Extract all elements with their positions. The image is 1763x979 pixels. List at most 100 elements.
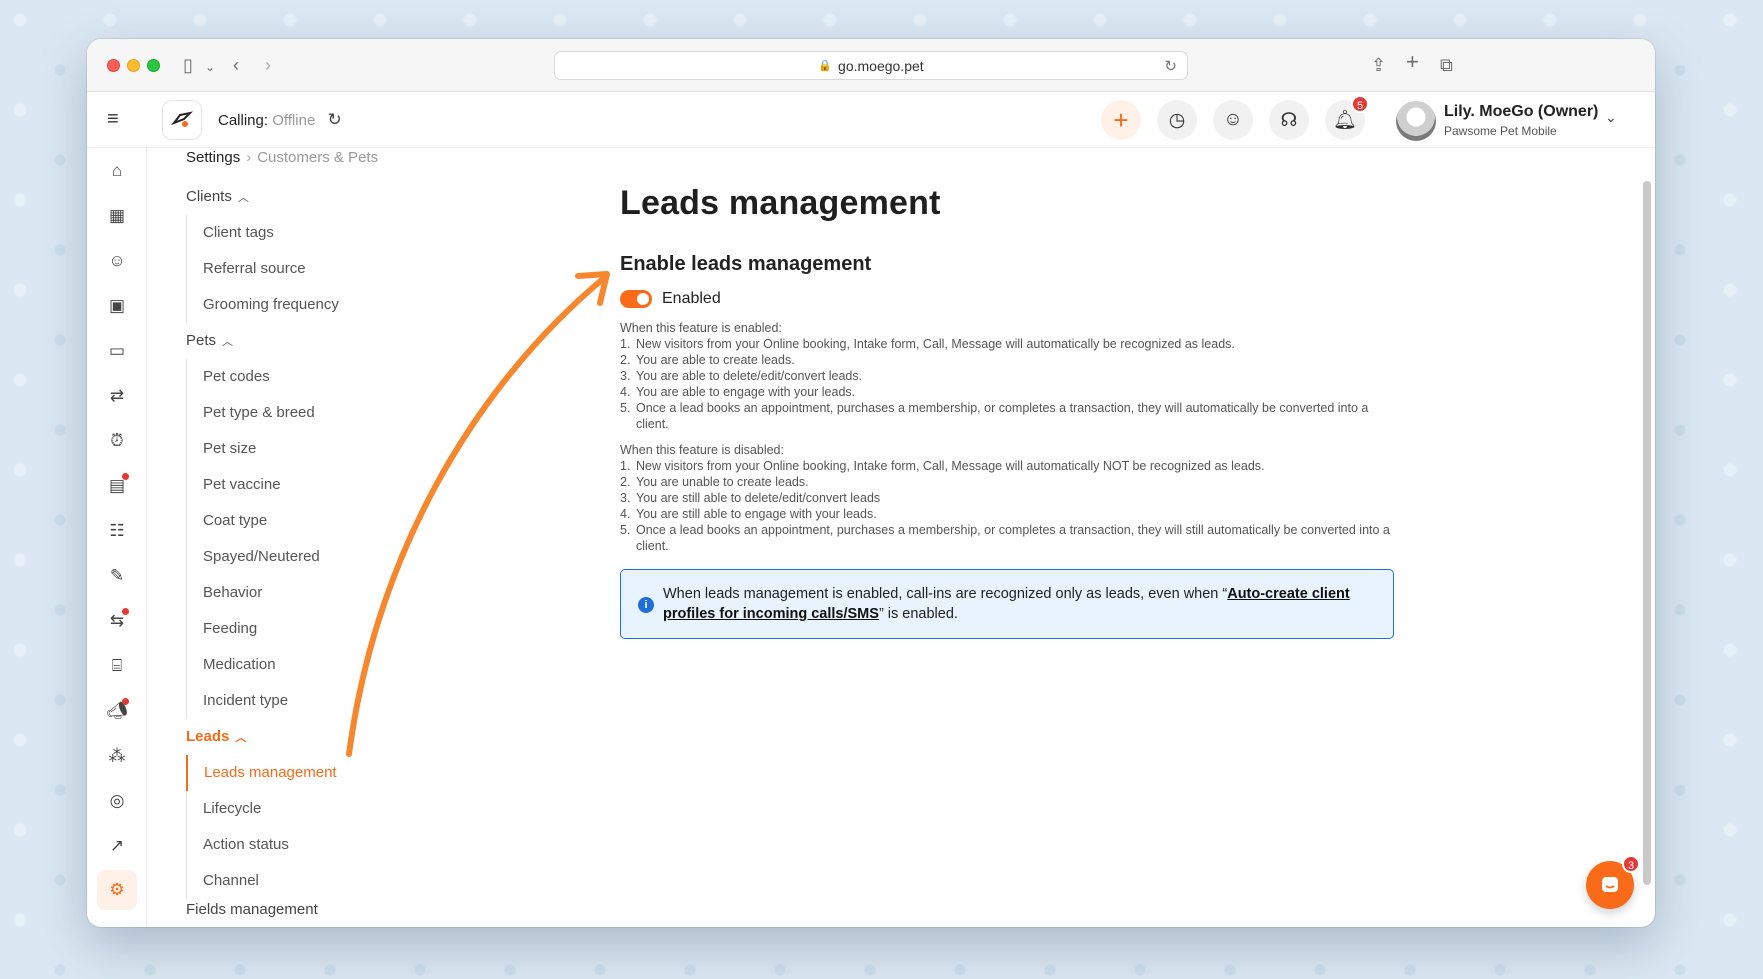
list-item: New visitors from your Online booking, I…: [620, 458, 1265, 474]
browser-toolbar: ▯ ⌄ ‹ › 🔒 go.moego.pet ↻ ⇪ + ⧉: [87, 39, 1655, 92]
chat-icon: [1602, 877, 1618, 892]
menu-icon[interactable]: ≡: [107, 108, 119, 131]
calendar-icon[interactable]: ▦: [101, 200, 133, 232]
marketing-icon[interactable]: 📣︎: [101, 695, 133, 727]
bank-icon[interactable]: ⌸: [101, 650, 133, 682]
close-window-button[interactable]: [107, 59, 120, 72]
user-name[interactable]: Lily. MoeGo (Owner): [1444, 103, 1598, 121]
url-text: go.moego.pet: [838, 57, 924, 74]
clients-icon[interactable]: ☺: [101, 245, 133, 277]
nav-item-coat-type[interactable]: Coat type: [187, 503, 446, 539]
left-icon-rail: ⌂ ▦ ☺ ▣ ▭ ⇄ ⏰︎ ▤ ☷ ✎ ⇆ ⌸ 📣︎ ⁂ ◎ ↗ ⚙: [87, 148, 147, 927]
settings-icon[interactable]: ⚙: [97, 870, 137, 910]
clock-button[interactable]: ◷: [1157, 100, 1197, 140]
nav-group-pets[interactable]: Pets ︿: [186, 323, 446, 359]
app-header: ≡ Calling: Offline ↻ + ◷ ☺ ☊ 🔔︎ 5 Lily. …: [87, 92, 1655, 148]
clipboard-icon[interactable]: ☷: [101, 515, 133, 547]
nav-item-pet-codes[interactable]: Pet codes: [187, 359, 446, 395]
tabs-overview-icon[interactable]: ⧉: [1440, 54, 1453, 76]
new-tab-icon[interactable]: +: [1406, 51, 1419, 73]
list-item: You are able to delete/edit/convert lead…: [620, 368, 863, 384]
share-icon[interactable]: ⇪: [1371, 54, 1386, 76]
notifications-button[interactable]: 🔔︎ 5: [1325, 95, 1369, 140]
edit-icon[interactable]: ✎: [101, 560, 133, 592]
scrollbar[interactable]: [1643, 181, 1651, 917]
forward-icon[interactable]: ›: [265, 54, 271, 76]
nav-item-channel[interactable]: Channel: [187, 863, 446, 899]
quick-add-button[interactable]: +: [1101, 100, 1141, 140]
calling-label: Calling:: [218, 112, 269, 129]
list-item: Once a lead books an appointment, purcha…: [620, 522, 1390, 553]
support-button[interactable]: ☊: [1269, 100, 1309, 140]
nav-group-leads[interactable]: Leads ︿: [186, 719, 446, 755]
nav-sub-leads: Leads management Lifecycle Action status…: [186, 755, 446, 899]
nav-item-action-status[interactable]: Action status: [187, 827, 446, 863]
nav-item-pet-size[interactable]: Pet size: [187, 431, 446, 467]
business-name: Pawsome Pet Mobile: [1444, 124, 1557, 138]
nav-item-behavior[interactable]: Behavior: [187, 575, 446, 611]
moego-logo[interactable]: [162, 100, 202, 140]
settings-nav: Clients ︿ Client tags Referral source Gro…: [186, 179, 446, 921]
nav-group-fields-management[interactable]: Fields management: [186, 899, 446, 921]
list-item: You are unable to create leads.: [620, 474, 809, 490]
calling-status: Calling: Offline ↻: [218, 110, 342, 130]
browser-window: ▯ ⌄ ‹ › 🔒 go.moego.pet ↻ ⇪ + ⧉ ≡ Calling…: [87, 39, 1655, 927]
message-icon[interactable]: ▭: [101, 335, 133, 367]
reload-icon[interactable]: ↻: [1164, 57, 1177, 75]
nav-item-pet-vaccine[interactable]: Pet vaccine: [187, 467, 446, 503]
leads-enabled-toggle[interactable]: [620, 290, 652, 308]
avatar[interactable]: [1396, 101, 1436, 141]
chevron-down-icon[interactable]: ⌄: [1605, 109, 1617, 126]
team-icon[interactable]: ⁂: [101, 740, 133, 772]
exchange-icon[interactable]: ⇆: [101, 605, 133, 637]
nav-item-medication[interactable]: Medication: [187, 647, 446, 683]
list-item: New visitors from your Online booking, I…: [620, 336, 1235, 352]
route-icon[interactable]: ⇄: [101, 380, 133, 412]
bag-icon[interactable]: ▣: [101, 290, 133, 322]
nav-item-feeding[interactable]: Feeding: [187, 611, 446, 647]
alarm-icon[interactable]: ⏰︎: [101, 425, 133, 457]
breadcrumb-root[interactable]: Settings: [186, 149, 240, 166]
nav-item-pet-type-breed[interactable]: Pet type & breed: [187, 395, 446, 431]
list-item: You are able to create leads.: [620, 352, 795, 368]
nav-sub-clients: Client tags Referral source Grooming fre…: [186, 215, 446, 323]
toggle-label: Enabled: [662, 290, 721, 307]
feature-description: When this feature is enabled: New visito…: [620, 320, 1400, 554]
info-suffix: ” is enabled.: [878, 606, 958, 622]
nav-item-grooming-frequency[interactable]: Grooming frequency: [187, 287, 446, 323]
maximize-window-button[interactable]: [147, 59, 160, 72]
home-icon[interactable]: ⌂: [101, 155, 133, 187]
enabled-list: New visitors from your Online booking, I…: [620, 336, 1400, 432]
lock-icon: 🔒: [818, 60, 833, 72]
chevron-right-icon: ›: [246, 149, 252, 166]
breadcrumb-current: Customers & Pets: [257, 149, 379, 166]
sidebar-toggle-icon[interactable]: ▯: [183, 54, 193, 76]
breadcrumb: Settings › Customers & Pets: [186, 149, 378, 166]
minimize-window-button[interactable]: [127, 59, 140, 72]
main-content: Leads management Enable leads management…: [620, 184, 1400, 639]
info-callout: i When leads management is enabled, call…: [620, 569, 1394, 639]
scrollbar-thumb[interactable]: [1643, 181, 1651, 885]
back-icon[interactable]: ‹: [233, 54, 239, 76]
reports-icon[interactable]: ↗: [101, 830, 133, 862]
chat-launcher-button[interactable]: 3: [1586, 855, 1640, 909]
disabled-list: New visitors from your Online booking, I…: [620, 458, 1400, 554]
nav-item-leads-management[interactable]: Leads management: [186, 755, 446, 791]
nav-item-lifecycle[interactable]: Lifecycle: [187, 791, 446, 827]
list-item: You are able to engage with your leads.: [620, 384, 856, 400]
ai-assistant-button[interactable]: ☺: [1213, 100, 1253, 140]
nav-item-incident-type[interactable]: Incident type: [187, 683, 446, 719]
refresh-icon[interactable]: ↻: [327, 110, 341, 129]
chevron-down-icon[interactable]: ⌄: [205, 56, 215, 78]
nav-item-client-tags[interactable]: Client tags: [187, 215, 446, 251]
chevron-up-icon: ︿: [222, 336, 234, 348]
grooming-report-icon[interactable]: ▤: [101, 470, 133, 502]
nav-group-clients[interactable]: Clients ︿: [186, 179, 446, 215]
nav-item-referral-source[interactable]: Referral source: [187, 251, 446, 287]
nav-item-spayed-neutered[interactable]: Spayed/Neutered: [187, 539, 446, 575]
leads-toggle-row: Enabled: [620, 290, 1400, 308]
bell-icon: 🔔︎: [1332, 110, 1358, 131]
membership-icon[interactable]: ◎: [101, 785, 133, 817]
address-bar[interactable]: 🔒 go.moego.pet ↻: [554, 51, 1188, 80]
chevron-up-icon: ︿: [235, 732, 247, 744]
